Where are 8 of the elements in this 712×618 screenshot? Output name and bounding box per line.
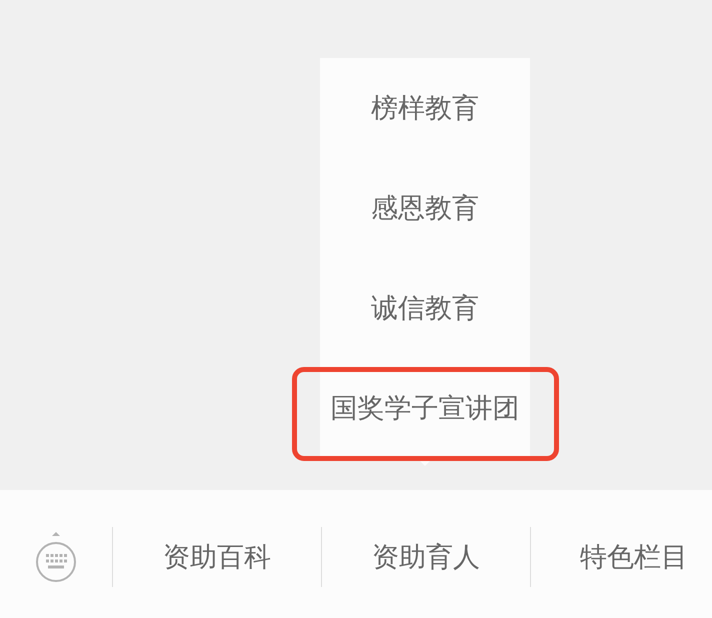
menu-item[interactable]: 感恩教育 (371, 191, 479, 225)
menu-tab[interactable]: 特色栏目 (531, 527, 712, 587)
menu-item[interactable]: 诚信教育 (371, 291, 479, 325)
menu-tab[interactable]: 资助育人 (322, 527, 530, 587)
menu-tab[interactable]: 资助百科 (113, 527, 321, 587)
menu-item[interactable]: 榜样教育 (371, 91, 479, 125)
keyboard-icon[interactable] (35, 531, 77, 583)
menu-item[interactable]: 国奖学子宣讲团 (330, 391, 520, 425)
